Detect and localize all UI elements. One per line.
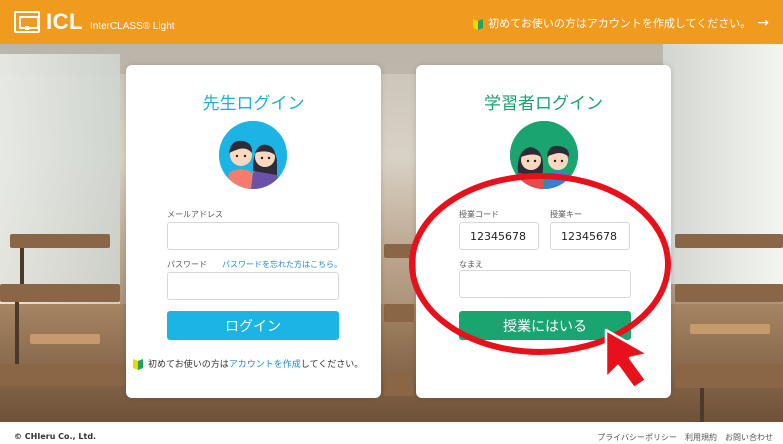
login-button[interactable]: ログイン [167,311,339,340]
desk [675,234,783,248]
footer-links: プライバシーポリシー 利用規約 お問い合わせ [597,432,773,443]
student-avatar [510,121,578,189]
teacher-avatar [219,121,287,189]
desk [0,284,120,302]
students-illustration-icon [510,121,578,189]
create-account-text: 初めてお使いの方はアカウントを作成してください。 [488,17,752,30]
desk [384,374,414,396]
logo-subtitle: InterCLASS® Light [89,20,175,32]
password-label: パスワード [167,260,207,269]
enter-class-button[interactable]: 授業にはいる [459,311,631,340]
class-code-field[interactable]: 12345678 [459,222,539,250]
app-logo[interactable]: ICL InterCLASS® Light [14,9,175,35]
student-login-card: 学習者ログイン [416,65,671,398]
desk [10,234,110,248]
terms-link[interactable]: 利用規約 [685,432,717,443]
create-account-inline-link[interactable]: アカウントを作成 [229,357,301,370]
password-field[interactable] [167,272,339,300]
student-login-title: 学習者ログイン [484,94,603,114]
info-suffix: してください。 [300,360,364,370]
desk [384,304,414,322]
desk [384,244,414,258]
first-time-info: 初めてお使いの方は アカウントを作成 してください。 [133,357,363,370]
info-prefix: 初めてお使いの方は [148,360,229,370]
arrow-right-icon: → [757,15,769,31]
email-label: メールアドレス [167,210,223,219]
contact-link[interactable]: お問い合わせ [725,432,773,443]
class-code-label: 授業コード [459,210,499,219]
name-label: なまえ [459,260,483,269]
desk [0,364,125,386]
class-key-label: 授業キー [550,210,582,219]
create-account-link[interactable]: 初めてお使いの方はアカウントを作成してください。 → [473,15,769,31]
chair [690,324,770,334]
chair [30,334,100,344]
copyright: © CHIeru Co., Ltd. [14,432,97,441]
logo-icon [14,11,40,33]
class-key-field[interactable]: 12345678 [550,222,630,250]
window-right [663,44,783,284]
desk [675,364,783,388]
privacy-policy-link[interactable]: プライバシーポリシー [597,432,677,443]
name-field[interactable] [459,270,631,298]
email-field[interactable] [167,222,339,250]
forgot-password-link[interactable]: パスワードを忘れた方はこちら。 [222,259,342,270]
window-left [0,54,120,314]
top-bar: ICL InterCLASS® Light 初めてお使いの方はアカウントを作成し… [0,0,783,44]
beginner-mark-icon [473,18,484,30]
desk [675,284,783,302]
logo-text: ICL [46,9,83,34]
footer: © CHIeru Co., Ltd. プライバシーポリシー 利用規約 お問い合わ… [0,422,783,444]
teacher-login-title: 先生ログイン [202,94,305,114]
beginner-mark-icon [133,359,143,370]
teachers-illustration-icon [219,121,287,189]
